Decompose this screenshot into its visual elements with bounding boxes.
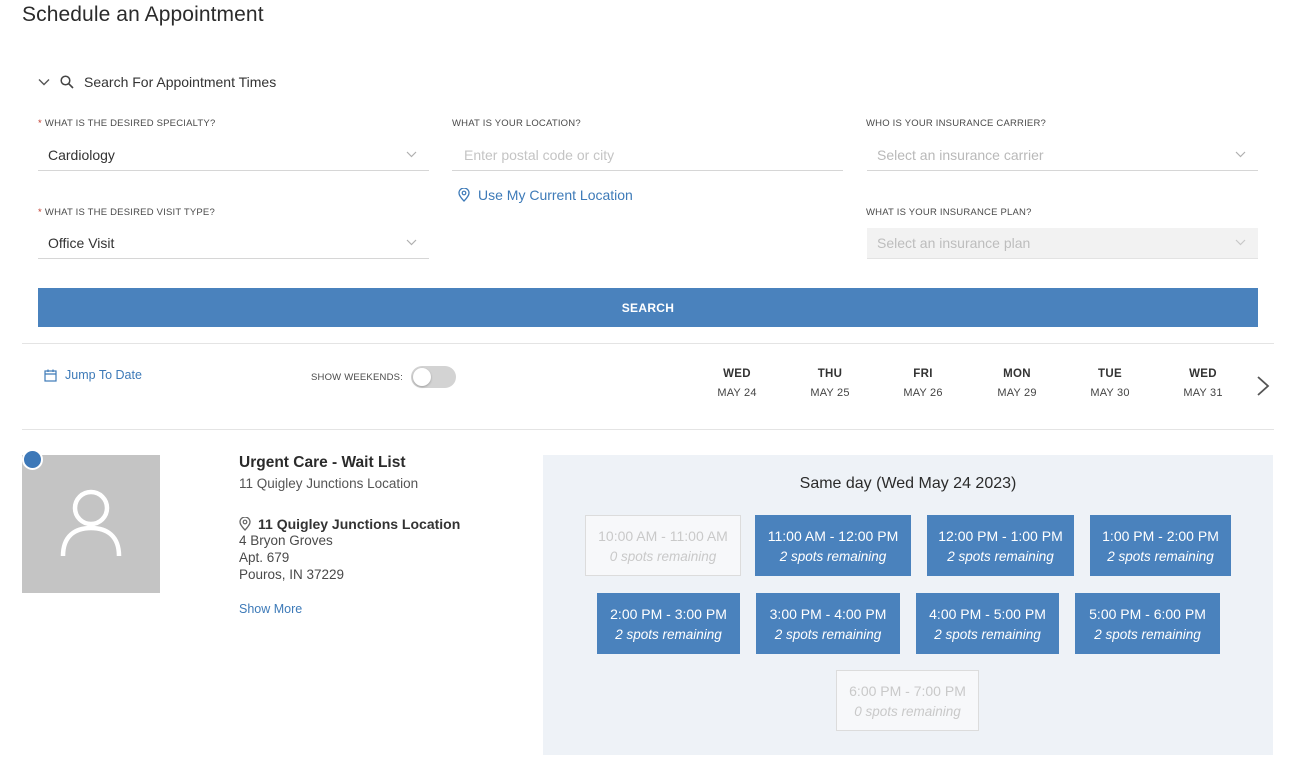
plan-select: Select an insurance plan [867,228,1258,259]
day-date: MAY 25 [810,387,850,399]
day-of-week: THU [817,368,843,380]
slot-time: 12:00 PM - 1:00 PM [938,527,1063,544]
carrier-placeholder: Select an insurance carrier [877,147,1044,163]
show-weekends-toggle[interactable] [411,366,457,388]
slot-time: 11:00 AM - 12:00 PM [767,527,899,544]
address-line: Apt. 679 [239,550,290,565]
day-column[interactable]: MON MAY 29 [987,368,1047,399]
plan-label: WHAT IS YOUR INSURANCE PLAN? [866,207,1032,218]
show-weekends-label: SHOW WEEKENDS: [311,371,404,383]
visit-type-value: Office Visit [48,235,115,251]
slot-spots: 2 spots remaining [1107,548,1214,564]
calendar-icon [44,369,57,382]
day-of-week: WED [1189,368,1217,380]
show-more-link[interactable]: Show More [239,602,302,616]
toggle-knob [413,368,432,386]
slot-spots: 2 spots remaining [615,626,722,642]
slot-time: 3:00 PM - 4:00 PM [769,605,887,622]
slot-spots: 0 spots remaining [854,703,961,719]
chevron-down-icon [38,79,50,86]
slot-spots: 2 spots remaining [774,626,882,642]
specialty-select[interactable]: Cardiology [38,140,429,171]
chevron-down-icon [1235,239,1246,246]
day-date: MAY 29 [997,387,1037,399]
day-of-week: TUE [1098,368,1122,380]
specialty-label: * WHAT IS THE DESIRED SPECIALTY? [38,118,216,129]
location-pin-icon [239,517,251,531]
address-line: 4 Bryon Groves [239,533,333,548]
address-title: 11 Quigley Junctions Location [239,516,460,532]
show-weekends: SHOW WEEKENDS: [311,366,457,388]
provider-photo [22,455,160,593]
jump-to-date-link[interactable]: Jump To Date [44,368,142,382]
chevron-down-icon [406,151,417,158]
search-section-label: Search For Appointment Times [84,74,277,90]
provider-select-radio[interactable] [22,449,43,470]
time-slot-unavailable: 6:00 PM - 7:00 PM 0 spots remaining [836,670,979,731]
location-pin-icon [458,188,470,202]
search-icon [60,75,74,89]
slot-time: 1:00 PM - 2:00 PM [1102,527,1219,544]
slot-time: 5:00 PM - 6:00 PM [1089,605,1206,622]
day-of-week: MON [1003,368,1031,380]
address-title-text: 11 Quigley Junctions Location [258,516,461,532]
slot-time: 4:00 PM - 5:00 PM [929,605,1046,622]
required-marker: * [38,118,42,129]
page-title: Schedule an Appointment [22,3,264,26]
slot-time: 6:00 PM - 7:00 PM [849,682,966,699]
slots-heading: Same day (Wed May 24 2023) [799,475,1017,492]
divider [22,429,1274,430]
day-date: MAY 31 [1183,387,1223,399]
visit-type-select[interactable]: Office Visit [38,228,429,259]
day-column[interactable]: WED MAY 24 [707,368,767,399]
slot-time: 10:00 AM - 11:00 AM [598,527,728,544]
carrier-label: WHO IS YOUR INSURANCE CARRIER? [866,118,1047,129]
slot-spots: 2 spots remaining [1094,626,1201,642]
provider-name: Urgent Care - Wait List [239,454,406,471]
slot-spots: 2 spots remaining [934,626,1041,642]
time-slot[interactable]: 1:00 PM - 2:00 PM 2 spots remaining [1090,515,1231,576]
search-button[interactable]: SEARCH [38,288,1258,327]
day-of-week: WED [723,368,751,380]
slot-time: 2:00 PM - 3:00 PM [610,605,727,622]
day-column[interactable]: FRI MAY 26 [893,368,953,399]
chevron-right-icon[interactable] [1256,375,1270,397]
chevron-down-icon [1235,151,1246,158]
location-label: WHAT IS YOUR LOCATION? [452,118,581,129]
time-slot-unavailable: 10:00 AM - 11:00 AM 0 spots remaining [585,515,741,576]
slot-spots: 2 spots remaining [779,548,887,564]
day-date: MAY 30 [1090,387,1130,399]
use-current-location-label: Use My Current Location [478,187,633,203]
address-line: Pouros, IN 37229 [239,567,345,582]
specialty-value: Cardiology [48,147,115,163]
location-input[interactable] [452,147,843,163]
user-avatar-icon [60,489,122,557]
time-slot[interactable]: 4:00 PM - 5:00 PM 2 spots remaining [916,593,1059,654]
day-column[interactable]: THU MAY 25 [800,368,860,399]
carrier-select[interactable]: Select an insurance carrier [867,140,1258,171]
search-section-toggle[interactable]: Search For Appointment Times [38,74,276,90]
time-slot[interactable]: 11:00 AM - 12:00 PM 2 spots remaining [755,515,911,576]
slot-spots: 2 spots remaining [947,548,1054,564]
plan-placeholder: Select an insurance plan [877,235,1031,251]
day-date: MAY 26 [903,387,943,399]
required-marker: * [38,207,42,218]
divider [22,343,1274,344]
use-current-location-link[interactable]: Use My Current Location [458,187,633,203]
day-of-week: FRI [913,368,933,380]
time-slot[interactable]: 5:00 PM - 6:00 PM 2 spots remaining [1075,593,1220,654]
time-slot[interactable]: 2:00 PM - 3:00 PM 2 spots remaining [597,593,740,654]
appointment-slots-panel: Same day (Wed May 24 2023) 10:00 AM - 11… [543,455,1273,755]
chevron-down-icon [406,239,417,246]
time-slot[interactable]: 3:00 PM - 4:00 PM 2 spots remaining [756,593,900,654]
day-date: MAY 24 [717,387,757,399]
day-column[interactable]: WED MAY 31 [1173,368,1233,399]
slot-spots: 0 spots remaining [609,548,717,564]
provider-location: 11 Quigley Junctions Location [239,476,419,491]
day-column[interactable]: TUE MAY 30 [1080,368,1140,399]
visit-type-label: * WHAT IS THE DESIRED VISIT TYPE? [38,207,215,218]
location-field[interactable] [452,140,843,171]
time-slot[interactable]: 12:00 PM - 1:00 PM 2 spots remaining [927,515,1074,576]
jump-to-date-label: Jump To Date [65,368,142,382]
